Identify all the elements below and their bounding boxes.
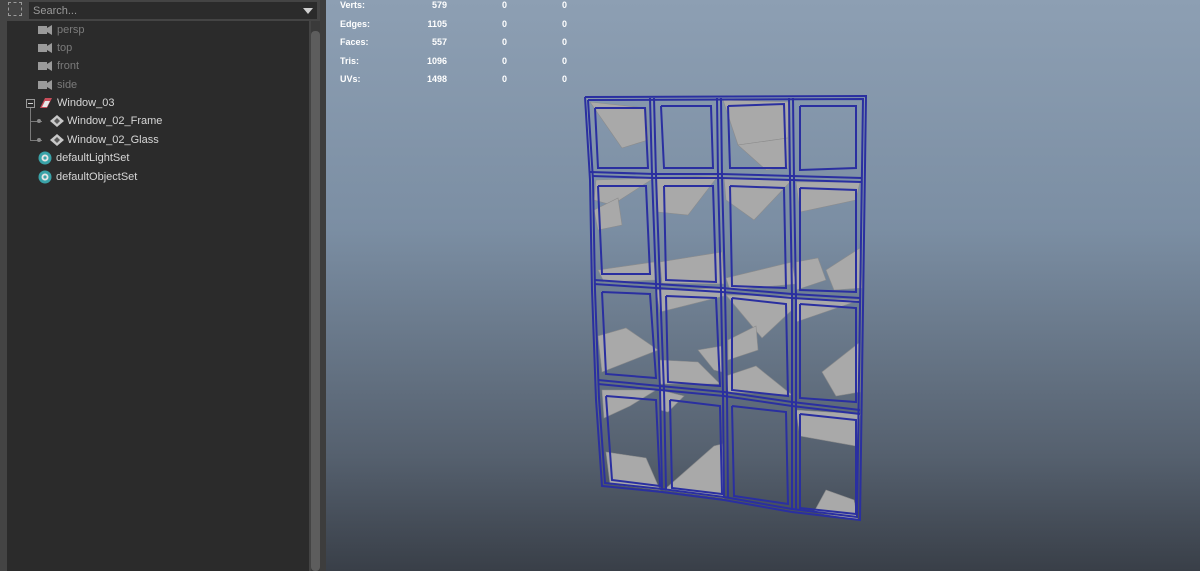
set-icon	[38, 170, 52, 184]
visibility-dot-icon	[37, 138, 41, 142]
mesh-transform-icon	[50, 115, 64, 127]
filter-icon[interactable]	[8, 2, 22, 16]
outliner-item-label: Window_02_Frame	[67, 115, 163, 127]
outliner-item-label: top	[57, 42, 73, 54]
search-field[interactable]	[29, 2, 317, 19]
group-transform-icon	[40, 98, 52, 108]
outliner-item-default-light-set[interactable]: defaultLightSet	[7, 149, 307, 167]
chevron-down-icon[interactable]	[303, 8, 313, 14]
outliner-item-label: Window_03	[57, 97, 115, 109]
outliner-item-window-02-glass[interactable]: Window_02_Glass	[7, 131, 307, 149]
outliner-item-persp[interactable]: persp	[7, 21, 307, 39]
outliner-item-window-02-frame[interactable]: Window_02_Frame	[7, 112, 307, 130]
outliner-item-label: front	[57, 60, 80, 72]
outliner-item-label: side	[57, 79, 78, 91]
scrollbar-thumb[interactable]	[311, 31, 320, 571]
outliner-panel: persp top front side	[0, 0, 326, 571]
visibility-dot-icon	[37, 119, 41, 123]
outliner-item-top[interactable]: top	[7, 39, 307, 57]
outliner-toolbar	[0, 0, 326, 21]
outliner-item-label: defaultLightSet	[56, 152, 130, 164]
outliner-item-default-object-set[interactable]: defaultObjectSet	[7, 168, 307, 186]
outliner-item-label: defaultObjectSet	[56, 171, 138, 183]
outliner-item-front[interactable]: front	[7, 57, 307, 75]
outliner-scrollbar[interactable]	[311, 21, 320, 571]
outliner-item-side[interactable]: side	[7, 76, 307, 94]
camera-icon	[38, 25, 52, 35]
outliner-item-label: persp	[57, 24, 85, 36]
mesh-transform-icon	[50, 134, 64, 146]
set-icon	[38, 151, 52, 165]
outliner-item-window-03[interactable]: Window_03	[7, 94, 307, 112]
window-mesh-wireframe[interactable]	[326, 0, 1200, 571]
search-input[interactable]	[33, 3, 293, 18]
camera-icon	[38, 80, 52, 90]
collapse-toggle-icon[interactable]	[26, 99, 35, 108]
outliner-tree: persp top front side Window_03 Window_02…	[7, 21, 309, 571]
camera-icon	[38, 43, 52, 53]
camera-icon	[38, 61, 52, 71]
viewport-3d[interactable]: Verts: 579 0 0 Edges: 1105 0 0 Faces: 55…	[326, 0, 1200, 571]
outliner-item-label: Window_02_Glass	[67, 134, 159, 146]
